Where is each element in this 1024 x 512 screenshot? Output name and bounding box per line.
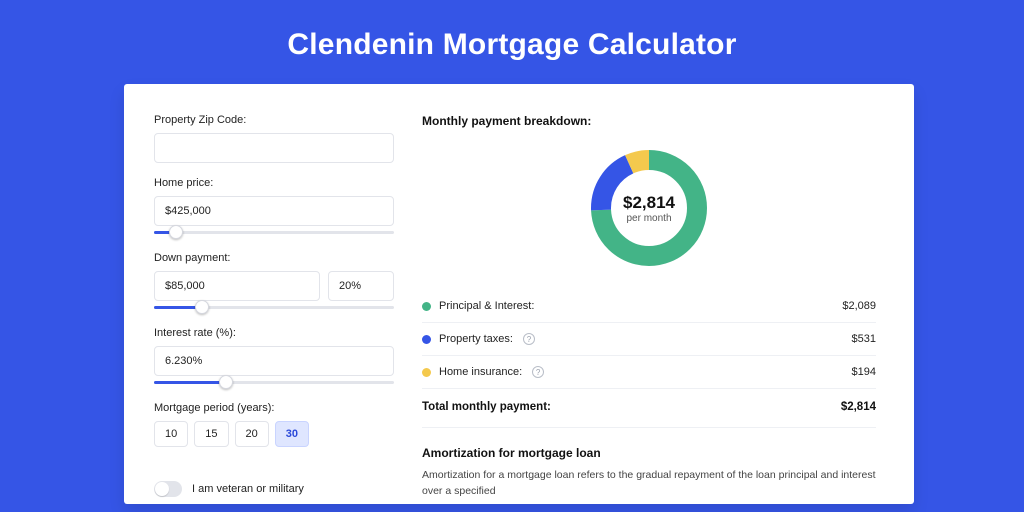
donut-center-value: $2,814	[623, 193, 675, 213]
down-payment-slider-thumb[interactable]	[195, 300, 209, 314]
zip-label: Property Zip Code:	[154, 114, 394, 126]
down-payment-pct-input[interactable]	[328, 271, 394, 301]
legend-dot-taxes	[422, 335, 431, 344]
amortization-title: Amortization for mortgage loan	[422, 427, 876, 468]
interest-slider[interactable]	[154, 378, 394, 388]
legend-label-principal: Principal & Interest:	[439, 300, 534, 312]
amortization-text: Amortization for a mortgage loan refers …	[422, 468, 876, 500]
home-price-slider-thumb[interactable]	[169, 225, 183, 239]
donut-chart: $2,814 per month	[585, 144, 713, 272]
donut-center: $2,814 per month	[585, 144, 713, 272]
down-payment-slider[interactable]	[154, 303, 394, 313]
zip-input[interactable]	[154, 133, 394, 163]
period-tab-30[interactable]: 30	[275, 421, 309, 447]
page-title: Clendenin Mortgage Calculator	[0, 0, 1024, 84]
donut-wrap: $2,814 per month	[422, 134, 876, 290]
legend-label-taxes: Property taxes:	[439, 333, 513, 345]
total-row: Total monthly payment: $2,814	[422, 389, 876, 423]
legend-value-insurance: $194	[852, 366, 876, 378]
donut-center-sub: per month	[626, 213, 671, 224]
veteran-label: I am veteran or military	[192, 483, 304, 495]
breakdown-title: Monthly payment breakdown:	[422, 114, 876, 128]
legend-dot-principal	[422, 302, 431, 311]
interest-group: Interest rate (%):	[154, 327, 394, 388]
home-price-group: Home price:	[154, 177, 394, 238]
info-icon[interactable]: ?	[532, 366, 544, 378]
legend-row-taxes: Property taxes: ? $531	[422, 323, 876, 356]
total-label: Total monthly payment:	[422, 401, 551, 413]
home-price-slider[interactable]	[154, 228, 394, 238]
legend-value-principal: $2,089	[842, 300, 876, 312]
legend-row-principal: Principal & Interest: $2,089	[422, 290, 876, 323]
interest-slider-thumb[interactable]	[219, 375, 233, 389]
total-value: $2,814	[841, 401, 876, 413]
interest-input[interactable]	[154, 346, 394, 376]
veteran-row: I am veteran or military	[154, 461, 394, 497]
down-payment-label: Down payment:	[154, 252, 394, 264]
input-panel: Property Zip Code: Home price: Down paym…	[154, 114, 394, 504]
calculator-card: Property Zip Code: Home price: Down paym…	[124, 84, 914, 504]
legend-value-taxes: $531	[852, 333, 876, 345]
home-price-label: Home price:	[154, 177, 394, 189]
info-icon[interactable]: ?	[523, 333, 535, 345]
breakdown-panel: Monthly payment breakdown: $2,814 per mo…	[422, 114, 876, 504]
period-tabs: 10 15 20 30	[154, 421, 394, 447]
down-payment-group: Down payment:	[154, 252, 394, 313]
period-label: Mortgage period (years):	[154, 402, 394, 414]
period-tab-15[interactable]: 15	[194, 421, 228, 447]
veteran-toggle[interactable]	[154, 481, 182, 497]
zip-group: Property Zip Code:	[154, 114, 394, 163]
interest-slider-fill	[154, 381, 226, 384]
interest-label: Interest rate (%):	[154, 327, 394, 339]
legend-dot-insurance	[422, 368, 431, 377]
legend-row-insurance: Home insurance: ? $194	[422, 356, 876, 389]
period-tab-20[interactable]: 20	[235, 421, 269, 447]
down-payment-row	[154, 271, 394, 301]
period-tab-10[interactable]: 10	[154, 421, 188, 447]
period-group: Mortgage period (years): 10 15 20 30	[154, 402, 394, 447]
home-price-input[interactable]	[154, 196, 394, 226]
veteran-toggle-knob	[155, 482, 169, 496]
legend-label-insurance: Home insurance:	[439, 366, 522, 378]
down-payment-input[interactable]	[154, 271, 320, 301]
